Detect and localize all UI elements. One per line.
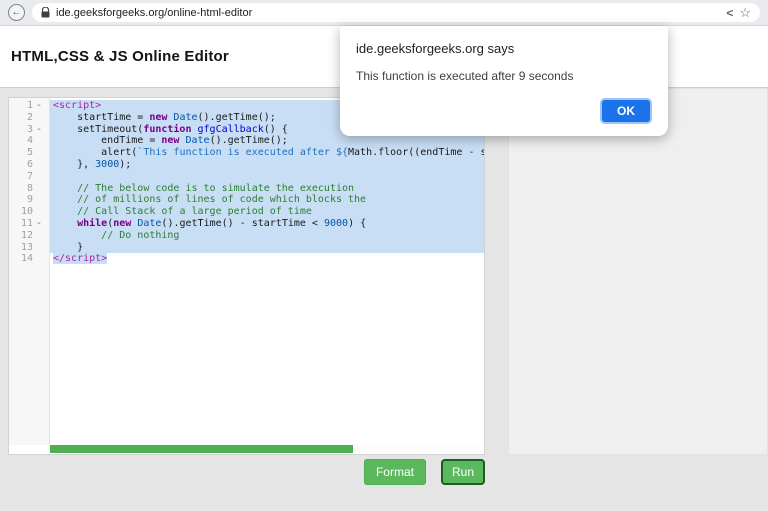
- code-line[interactable]: 4 endTime = new Date().getTime();: [9, 135, 484, 148]
- format-button[interactable]: Format: [363, 459, 426, 485]
- code-line[interactable]: 6 }, 3000);: [9, 158, 484, 171]
- code-text: // of millions of lines of code which bl…: [50, 194, 484, 207]
- code-text: [50, 170, 484, 183]
- run-button[interactable]: Run: [440, 459, 485, 485]
- alert-dialog-title: ide.geeksforgeeks.org says: [356, 41, 515, 56]
- code-text: }: [50, 241, 484, 254]
- code-line[interactable]: 11- while(new Date().getTime() - startTi…: [9, 217, 484, 230]
- lock-icon[interactable]: [41, 7, 50, 18]
- line-number: 10: [20, 206, 33, 218]
- code-lines[interactable]: 1- <script> 2 startTime = new Date().getTi…: [9, 98, 484, 445]
- line-number: 14: [20, 253, 33, 265]
- code-line[interactable]: 8 // The below code is to simulate the e…: [9, 182, 484, 195]
- output-panel: [508, 88, 768, 455]
- line-number-fold-marker[interactable]: 11-: [9, 218, 50, 230]
- ok-button[interactable]: OK: [600, 98, 652, 124]
- alert-dialog-message: This function is executed after 9 second…: [356, 69, 574, 83]
- code-line[interactable]: 12 // Do nothing: [9, 229, 484, 242]
- back-button[interactable]: ←: [8, 4, 25, 21]
- url-text: ide.geeksforgeeks.org/online-html-editor: [56, 6, 253, 19]
- line-number: 6: [26, 158, 33, 170]
- line-number: 8: [26, 182, 33, 194]
- code-line[interactable]: 13 }: [9, 241, 484, 254]
- line-number: 13: [20, 241, 33, 253]
- line-number: 9: [26, 194, 33, 206]
- line-number: 5: [26, 147, 33, 159]
- alert-dialog: ide.geeksforgeeks.org says This function…: [340, 26, 668, 136]
- line-number-fold-marker[interactable]: 3-: [9, 124, 50, 136]
- code-line[interactable]: 14 </script>: [9, 253, 484, 265]
- code-text: // Do nothing: [50, 229, 484, 242]
- screen: ← ide.geeksforgeeks.org/online-html-edit…: [0, 0, 768, 511]
- code-text: alert(`This function is executed after $…: [50, 147, 484, 159]
- page-title: HTML,CSS & JS Online Editor: [11, 48, 229, 65]
- code-line[interactable]: 7: [9, 170, 484, 183]
- code-text: // Call Stack of a large period of time: [50, 206, 484, 218]
- line-number: 7: [26, 170, 33, 182]
- line-number: 12: [20, 229, 33, 241]
- code-text: while(new Date().getTime() - startTime <…: [50, 217, 484, 230]
- line-number-fold-marker[interactable]: 1-: [9, 100, 50, 112]
- line-number: 2: [26, 111, 33, 123]
- code-text: endTime = new Date().getTime();: [50, 135, 484, 148]
- share-icon[interactable]: <: [726, 6, 733, 20]
- browser-toolbar: ← ide.geeksforgeeks.org/online-html-edit…: [0, 0, 768, 26]
- bookmark-star-icon[interactable]: ☆: [739, 5, 751, 21]
- code-editor[interactable]: 1- <script> 2 startTime = new Date().getTi…: [8, 97, 485, 455]
- editor-hscrollbar[interactable]: [50, 445, 483, 453]
- editor-hscrollbar-thumb[interactable]: [50, 445, 354, 453]
- editor-toolbar: Format Run: [8, 459, 485, 485]
- line-number: 4: [26, 135, 33, 147]
- code-text: // The below code is to simulate the exe…: [50, 182, 484, 195]
- address-bar[interactable]: ide.geeksforgeeks.org/online-html-editor…: [32, 3, 760, 22]
- code-line[interactable]: 9 // of millions of lines of code which …: [9, 194, 484, 207]
- alert-dialog-actions: OK: [356, 98, 652, 124]
- back-arrow-icon: ←: [11, 6, 22, 18]
- code-text: }, 3000);: [50, 158, 484, 171]
- code-line[interactable]: 5 alert(`This function is executed after…: [9, 147, 484, 159]
- code-line[interactable]: 10 // Call Stack of a large period of ti…: [9, 206, 484, 218]
- code-text: </script>: [53, 253, 108, 265]
